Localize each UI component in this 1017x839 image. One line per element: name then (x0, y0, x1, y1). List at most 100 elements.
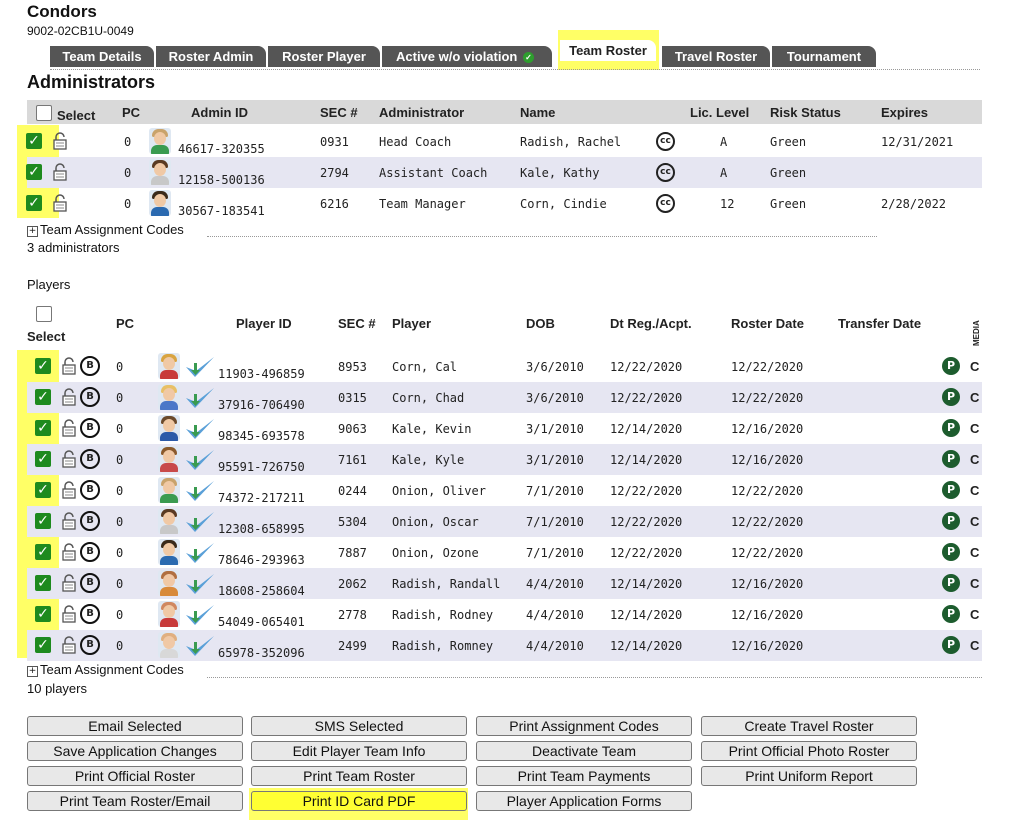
padlock-icon[interactable] (61, 542, 77, 562)
save-application-changes-button[interactable]: Save Application Changes (27, 741, 243, 761)
row-select-checkbox[interactable]: ✓ (35, 420, 51, 436)
padlock-icon[interactable] (61, 418, 77, 438)
cc-badge-icon: cc (656, 132, 675, 151)
padlock-icon[interactable] (61, 356, 77, 376)
row-select-checkbox[interactable]: ✓ (35, 606, 51, 622)
p-circle-icon[interactable]: P (942, 419, 960, 437)
row-select-checkbox[interactable]: ✓ (35, 389, 51, 405)
row-select-checkbox[interactable]: ✓ (35, 451, 51, 467)
player-sec: 7887 (338, 546, 367, 560)
print-team-roster-button[interactable]: Print Team Roster (251, 766, 467, 786)
avatar (158, 415, 180, 441)
player-id: 11903-496859 (218, 367, 305, 381)
p-circle-icon[interactable]: P (942, 450, 960, 468)
row-select-checkbox[interactable]: ✓ (26, 164, 42, 180)
admin-assignment-codes-label: Team Assignment Codes (40, 222, 184, 237)
print-id-card-pdf-button[interactable]: Print ID Card PDF (251, 791, 467, 811)
b-circle-icon[interactable]: B (80, 387, 100, 407)
b-circle-icon[interactable]: B (80, 449, 100, 469)
p-circle-icon[interactable]: P (942, 636, 960, 654)
p-circle-icon[interactable]: P (942, 574, 960, 592)
verified-check-icon (186, 636, 214, 656)
padlock-icon[interactable] (52, 162, 68, 182)
row-select-checkbox[interactable]: ✓ (26, 133, 42, 149)
avatar-body (160, 587, 178, 596)
b-circle-icon[interactable]: B (80, 511, 100, 531)
p-circle-icon[interactable]: P (942, 512, 960, 530)
p-circle-icon[interactable]: P (942, 481, 960, 499)
avatar-face (163, 450, 175, 463)
player-application-forms-button[interactable]: Player Application Forms (476, 791, 692, 811)
print-assignment-codes-button[interactable]: Print Assignment Codes (476, 716, 692, 736)
col-admin-id: Admin ID (191, 105, 249, 120)
deactivate-team-button[interactable]: Deactivate Team (476, 741, 692, 761)
avatar (158, 570, 180, 596)
b-circle-icon[interactable]: B (80, 604, 100, 624)
player-assignment-codes-toggle[interactable]: + Team Assignment Codes (27, 662, 184, 677)
padlock-icon[interactable] (61, 387, 77, 407)
player-name: Radish, Romney (392, 639, 494, 653)
player-name: Corn, Chad (392, 391, 465, 405)
player-row: ✓ B 0 74372-217211 0244 Onion, Oliver 7/1/2010… (27, 475, 982, 506)
print-official-photo-roster-button[interactable]: Print Official Photo Roster (701, 741, 917, 761)
print-uniform-report-button[interactable]: Print Uniform Report (701, 766, 917, 786)
player-pc: 0 (116, 608, 124, 622)
col-dt-reg: Dt Reg./Acpt. (610, 316, 692, 331)
padlock-icon[interactable] (61, 511, 77, 531)
player-sec: 8953 (338, 360, 367, 374)
b-circle-icon[interactable]: B (80, 480, 100, 500)
row-select-checkbox[interactable]: ✓ (26, 195, 42, 211)
padlock-icon[interactable] (61, 449, 77, 469)
avatar-body (160, 432, 178, 441)
p-circle-icon[interactable]: P (942, 357, 960, 375)
email-selected-button[interactable]: Email Selected (27, 716, 243, 736)
player-codes-divider (207, 677, 982, 678)
player-roster-date: 12/16/2020 (731, 577, 804, 591)
print-team-roster-email-button[interactable]: Print Team Roster/Email (27, 791, 243, 811)
padlock-icon[interactable] (61, 604, 77, 624)
admin-assignment-codes-toggle[interactable]: + Team Assignment Codes (27, 222, 184, 237)
row-select-checkbox[interactable]: ✓ (35, 575, 51, 591)
tab-travel-roster[interactable]: Travel Roster (662, 46, 770, 67)
tab-active-without-violation[interactable]: Active w/o violation ✓ (382, 46, 552, 67)
padlock-icon[interactable] (52, 193, 68, 213)
row-select-checkbox[interactable]: ✓ (35, 482, 51, 498)
avatar-face (163, 388, 175, 401)
row-select-checkbox[interactable]: ✓ (35, 544, 51, 560)
player-dt-reg: 12/14/2020 (610, 453, 683, 467)
row-select-checkbox[interactable]: ✓ (35, 358, 51, 374)
print-official-roster-button[interactable]: Print Official Roster (27, 766, 243, 786)
b-circle-icon[interactable]: B (80, 418, 100, 438)
avatar-body (160, 556, 178, 565)
b-circle-icon[interactable]: B (80, 356, 100, 376)
p-circle-icon[interactable]: P (942, 543, 960, 561)
select-all-admins-checkbox[interactable] (36, 105, 52, 121)
tab-team-details[interactable]: Team Details (50, 46, 154, 67)
tab-tournament[interactable]: Tournament (772, 46, 876, 67)
padlock-icon[interactable] (61, 635, 77, 655)
b-circle-icon[interactable]: B (80, 573, 100, 593)
tab-team-roster[interactable]: Team Roster (560, 40, 656, 61)
avatar (158, 632, 180, 658)
player-sec: 2499 (338, 639, 367, 653)
b-circle-icon[interactable]: B (80, 635, 100, 655)
player-media: C (970, 514, 980, 529)
padlock-icon[interactable] (61, 480, 77, 500)
padlock-icon[interactable] (52, 131, 68, 151)
tab-roster-player[interactable]: Roster Player (268, 46, 380, 67)
padlock-icon[interactable] (61, 573, 77, 593)
row-select-checkbox[interactable]: ✓ (35, 637, 51, 653)
admin-expires: 12/31/2021 (881, 135, 954, 149)
p-circle-icon[interactable]: P (942, 388, 960, 406)
b-circle-icon[interactable]: B (80, 542, 100, 562)
edit-player-team-info-button[interactable]: Edit Player Team Info (251, 741, 467, 761)
tab-roster-admin[interactable]: Roster Admin (156, 46, 266, 67)
admin-id: 30567-183541 (178, 204, 265, 218)
print-team-payments-button[interactable]: Print Team Payments (476, 766, 692, 786)
sms-selected-button[interactable]: SMS Selected (251, 716, 467, 736)
verified-check-icon (186, 574, 214, 594)
p-circle-icon[interactable]: P (942, 605, 960, 623)
select-all-players-checkbox[interactable] (36, 306, 52, 322)
row-select-checkbox[interactable]: ✓ (35, 513, 51, 529)
create-travel-roster-button[interactable]: Create Travel Roster (701, 716, 917, 736)
